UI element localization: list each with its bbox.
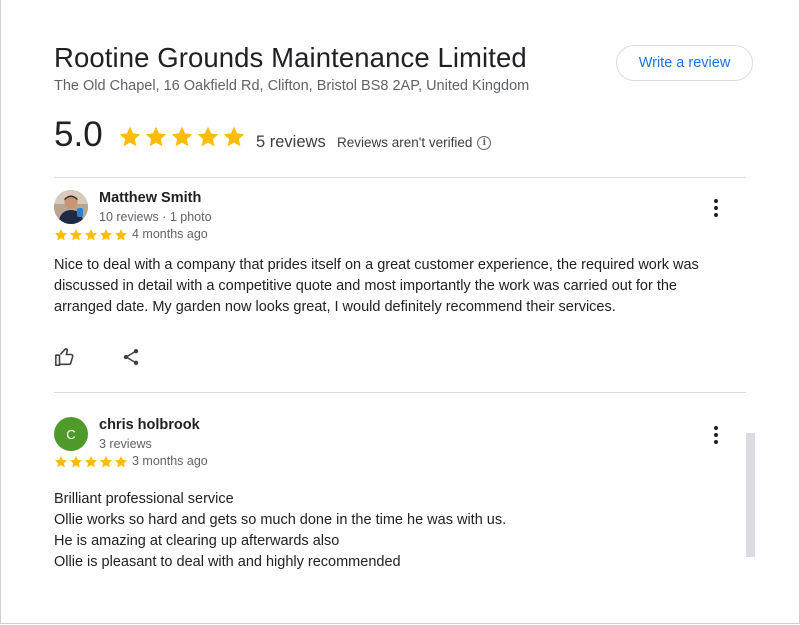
star-icon bbox=[119, 126, 141, 147]
star-icon bbox=[99, 229, 113, 241]
avatar[interactable] bbox=[54, 190, 88, 224]
verification-note: Reviews aren't verified i bbox=[337, 135, 492, 150]
review-text-line: Ollie is pleasant to deal with and highl… bbox=[54, 554, 401, 570]
review-stars bbox=[54, 228, 128, 242]
review-text: Brilliant professional service Ollie wor… bbox=[54, 489, 734, 573]
star-icon bbox=[69, 229, 83, 241]
person-photo-icon bbox=[54, 190, 88, 224]
review-text-line: Ollie works so hard and gets so much don… bbox=[54, 512, 507, 528]
business-name: Rootine Grounds Maintenance Limited bbox=[54, 42, 527, 73]
review-date: 3 months ago bbox=[132, 454, 208, 468]
more-options-icon[interactable] bbox=[707, 196, 725, 220]
review-stars bbox=[54, 455, 128, 469]
divider bbox=[54, 177, 746, 178]
divider bbox=[54, 392, 746, 393]
star-icon bbox=[84, 229, 98, 241]
thumbs-up-icon[interactable] bbox=[54, 346, 76, 373]
review-text-line: Brilliant professional service bbox=[54, 491, 234, 507]
review-count: 5 reviews bbox=[256, 133, 326, 151]
reviews-dialog: Rootine Grounds Maintenance Limited The … bbox=[0, 0, 800, 624]
business-address: The Old Chapel, 16 Oakfield Rd, Clifton,… bbox=[54, 78, 530, 94]
review-author-meta: 3 reviews bbox=[99, 437, 152, 451]
star-icon bbox=[54, 456, 68, 468]
review-text-line: arranged date. My garden now looks great… bbox=[54, 299, 616, 315]
review-author[interactable]: chris holbrook bbox=[99, 417, 200, 433]
star-icon bbox=[114, 456, 128, 468]
review-date: 4 months ago bbox=[132, 227, 208, 241]
review-author-meta: 10 reviews · 1 photo bbox=[99, 210, 212, 224]
star-icon bbox=[223, 126, 245, 147]
avatar[interactable]: C bbox=[54, 417, 88, 451]
star-icon bbox=[69, 456, 83, 468]
review-text: Nice to deal with a company that prides … bbox=[54, 255, 734, 318]
write-review-button[interactable]: Write a review bbox=[616, 45, 753, 81]
star-icon bbox=[197, 126, 219, 147]
info-icon[interactable]: i bbox=[477, 135, 492, 150]
star-icon bbox=[54, 229, 68, 241]
star-icon bbox=[145, 126, 167, 147]
review-text-line: Nice to deal with a company that prides … bbox=[54, 257, 699, 273]
review-author[interactable]: Matthew Smith bbox=[99, 190, 201, 206]
share-icon[interactable] bbox=[121, 347, 141, 372]
more-options-icon[interactable] bbox=[707, 423, 725, 447]
summary-stars bbox=[118, 125, 246, 149]
verification-text: Reviews aren't verified bbox=[337, 135, 473, 150]
star-icon bbox=[84, 456, 98, 468]
review-text-line: He is amazing at clearing up afterwards … bbox=[54, 533, 340, 549]
star-icon bbox=[171, 126, 193, 147]
star-icon bbox=[114, 229, 128, 241]
scrollbar-thumb[interactable] bbox=[746, 433, 755, 557]
average-rating: 5.0 bbox=[54, 115, 103, 154]
star-icon bbox=[99, 456, 113, 468]
review-text-line: discussed in detail with a competitive q… bbox=[54, 278, 677, 294]
